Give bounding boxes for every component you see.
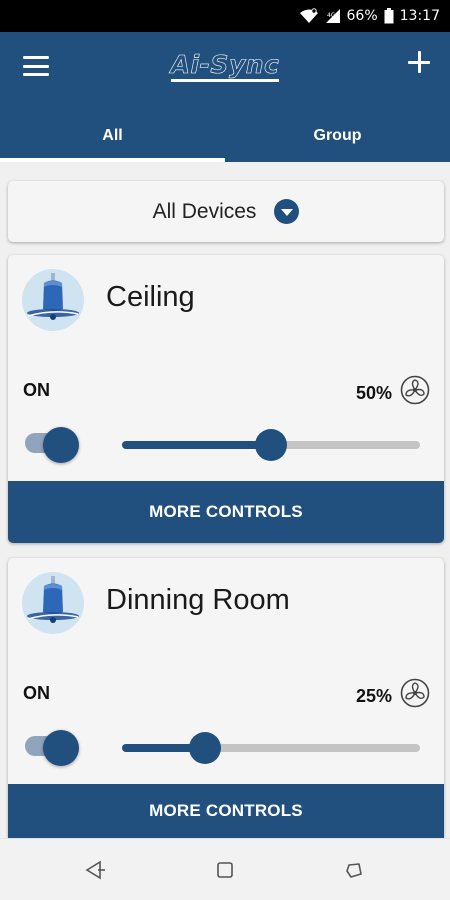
device-filter-dropdown[interactable]: All Devices — [8, 181, 444, 242]
device-name: Ceiling — [106, 281, 195, 313]
add-device-button[interactable] — [408, 50, 434, 76]
power-toggle[interactable] — [23, 730, 79, 766]
tab-bar: All Group — [0, 110, 450, 162]
slider-knob[interactable] — [255, 429, 287, 461]
system-nav-bar — [0, 838, 450, 900]
fan-speed-value: 25% — [355, 686, 392, 706]
svg-text:4G: 4G — [327, 12, 336, 19]
power-state-label: ON — [23, 683, 50, 703]
toggle-thumb — [43, 427, 79, 463]
dropdown-icon — [274, 199, 300, 224]
fan-speed-slider[interactable] — [122, 427, 420, 463]
device-card: Dinning Room ON 25% MORE CONTROLS — [8, 558, 444, 838]
clock: 13:17 — [399, 8, 440, 24]
recents-icon[interactable] — [343, 859, 365, 881]
app-logo: Ai-Sync — [0, 50, 450, 82]
wifi-icon — [299, 8, 318, 23]
slider-fill — [122, 441, 271, 449]
status-bar: 4G 66% 13:17 — [0, 0, 450, 32]
power-toggle[interactable] — [23, 427, 79, 463]
device-card: Ceiling ON 50% MORE CONTROLS — [8, 255, 444, 543]
more-controls-button[interactable]: MORE CONTROLS — [8, 784, 444, 838]
app-bar: Ai-Sync All Group — [0, 32, 450, 162]
fan-speed-icon — [400, 678, 430, 708]
fan-speed-slider[interactable] — [122, 730, 420, 766]
slider-knob[interactable] — [189, 732, 221, 764]
back-triangle-icon[interactable] — [84, 859, 106, 881]
tab-all[interactable]: All — [0, 110, 225, 162]
tab-group[interactable]: Group — [225, 110, 450, 162]
app-logo-text: Ai-Sync — [170, 50, 280, 82]
device-filter-label: All Devices — [152, 199, 257, 223]
device-name: Dinning Room — [106, 584, 290, 616]
fan-speed-icon — [400, 375, 430, 405]
battery-percent: 66% — [346, 8, 378, 24]
fan-speed-value: 50% — [355, 383, 392, 403]
more-controls-button[interactable]: MORE CONTROLS — [8, 481, 444, 543]
toggle-thumb — [43, 730, 79, 766]
cell-signal-icon: 4G — [325, 9, 340, 23]
power-state-label: ON — [23, 380, 50, 400]
battery-icon — [384, 8, 394, 24]
ceiling-fan-icon — [22, 269, 84, 331]
ceiling-fan-icon — [22, 572, 84, 634]
home-square-icon[interactable] — [214, 859, 236, 881]
